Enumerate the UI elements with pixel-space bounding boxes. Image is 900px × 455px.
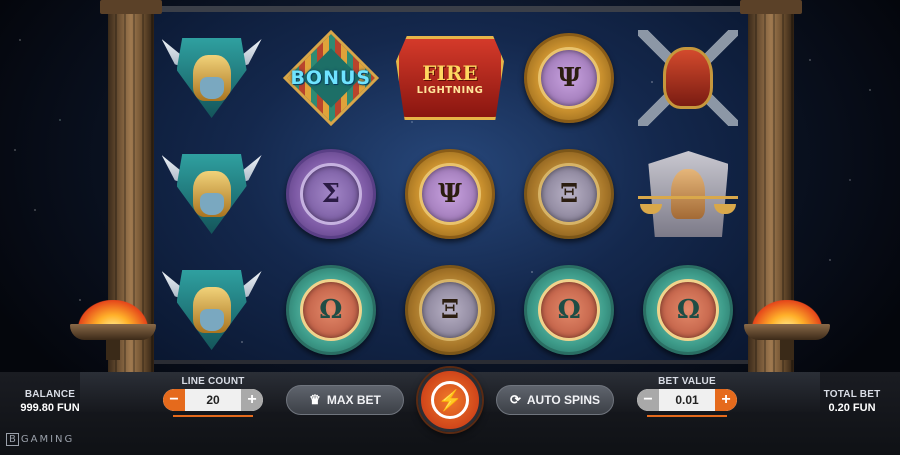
coin-glyph: Σ	[299, 163, 362, 225]
coin-gold-symbol: Ψ	[524, 33, 615, 123]
winged-helmet-symbol	[160, 145, 264, 243]
line-count-label: LINE COUNT	[181, 376, 245, 387]
line-count-value: 20	[206, 393, 220, 407]
reel-cell	[152, 136, 271, 252]
coin-glyph: Ω	[299, 279, 362, 341]
coin-purple-symbol: Σ	[285, 149, 376, 239]
coin-teal-symbol: Ω	[524, 265, 615, 355]
reel-cell: BONUS	[271, 20, 390, 136]
coin-glyph: Ξ	[418, 279, 481, 341]
bet-value-plus-button[interactable]: +	[715, 389, 737, 411]
reel-cell	[152, 252, 271, 360]
line-count-stepper: − 20 +	[163, 389, 263, 411]
coin-teal-symbol: Ω	[643, 265, 734, 355]
line-count-minus-button[interactable]: −	[163, 389, 185, 411]
reel-grid: BONUS FIRE LIGHTNING Ψ Σ Ψ Ξ Ω Ξ Ω Ω	[152, 20, 748, 360]
total-bet-label: TOTAL BET	[823, 389, 881, 400]
reel-cell: Ω	[510, 252, 629, 360]
max-bet-button[interactable]: ♛ MAX BET	[286, 385, 404, 415]
reel-cell	[152, 20, 271, 136]
balance-value: 999.80 FUN	[20, 402, 80, 414]
coin-glyph: Ω	[657, 279, 720, 341]
reel-cell: Σ	[271, 136, 390, 252]
coin-bronze-symbol: Ξ	[524, 149, 615, 239]
winged-helmet-symbol	[160, 261, 264, 359]
lady-justice-symbol	[636, 144, 740, 244]
bonus-text: BONUS	[290, 67, 372, 89]
reel-cell: Ξ	[390, 252, 509, 360]
right-brazier	[744, 300, 830, 360]
reel-window: BONUS FIRE LIGHTNING Ψ Σ Ψ Ξ Ω Ξ Ω Ω	[152, 6, 748, 364]
coin-glyph: Ξ	[538, 163, 601, 225]
reel-cell: Ψ	[510, 20, 629, 136]
bet-value-label: BET VALUE	[658, 376, 716, 387]
reel-cell: FIRE LIGHTNING	[390, 20, 509, 136]
bonus-symbol: BONUS	[281, 28, 381, 128]
reel-cell: Ψ	[390, 136, 509, 252]
brand-logo: B GAMING	[6, 433, 74, 446]
crown-icon: ♛	[309, 392, 321, 407]
coin-bronze-symbol: Ξ	[404, 265, 495, 355]
lightning-text: LIGHTNING	[416, 84, 484, 96]
reel-cell	[629, 20, 748, 136]
auto-spins-label: AUTO SPINS	[526, 393, 601, 407]
max-bet-label: MAX BET	[326, 393, 381, 407]
coin-glyph: Ψ	[538, 47, 601, 109]
auto-cycle-icon: ⟳	[509, 392, 521, 407]
bet-value-minus-button[interactable]: −	[637, 389, 659, 411]
reel-cell: Ω	[271, 252, 390, 360]
fire-lightning-symbol: FIRE LIGHTNING	[395, 36, 504, 120]
reel-cell: Ξ	[510, 136, 629, 252]
fire-text: FIRE	[422, 60, 478, 85]
total-bet-value: 0.20 FUN	[828, 402, 876, 414]
line-count-plus-button[interactable]: +	[241, 389, 263, 411]
balance-label: BALANCE	[24, 389, 76, 400]
winged-helmet-symbol	[160, 29, 264, 127]
coin-glyph: Ω	[538, 279, 601, 341]
coin-teal-symbol: Ω	[285, 265, 376, 355]
game-stage: BONUS FIRE LIGHTNING Ψ Σ Ψ Ξ Ω Ξ Ω Ω BALANCE 999.8…	[0, 0, 900, 455]
spartan-axes-symbol	[638, 30, 739, 126]
reel-cell: Ω	[629, 252, 748, 360]
left-brazier	[70, 300, 156, 360]
bet-value-stepper: − 0.01 +	[637, 389, 737, 411]
lightning-icon: ⚡	[431, 381, 469, 419]
spin-button[interactable]: ⚡	[418, 368, 482, 432]
bet-value-value: 0.01	[675, 393, 699, 407]
coin-glyph: Ψ	[418, 163, 481, 225]
coin-gold-symbol: Ψ	[404, 149, 495, 239]
auto-spins-button[interactable]: ⟳ AUTO SPINS	[496, 385, 614, 415]
reel-cell	[629, 136, 748, 252]
